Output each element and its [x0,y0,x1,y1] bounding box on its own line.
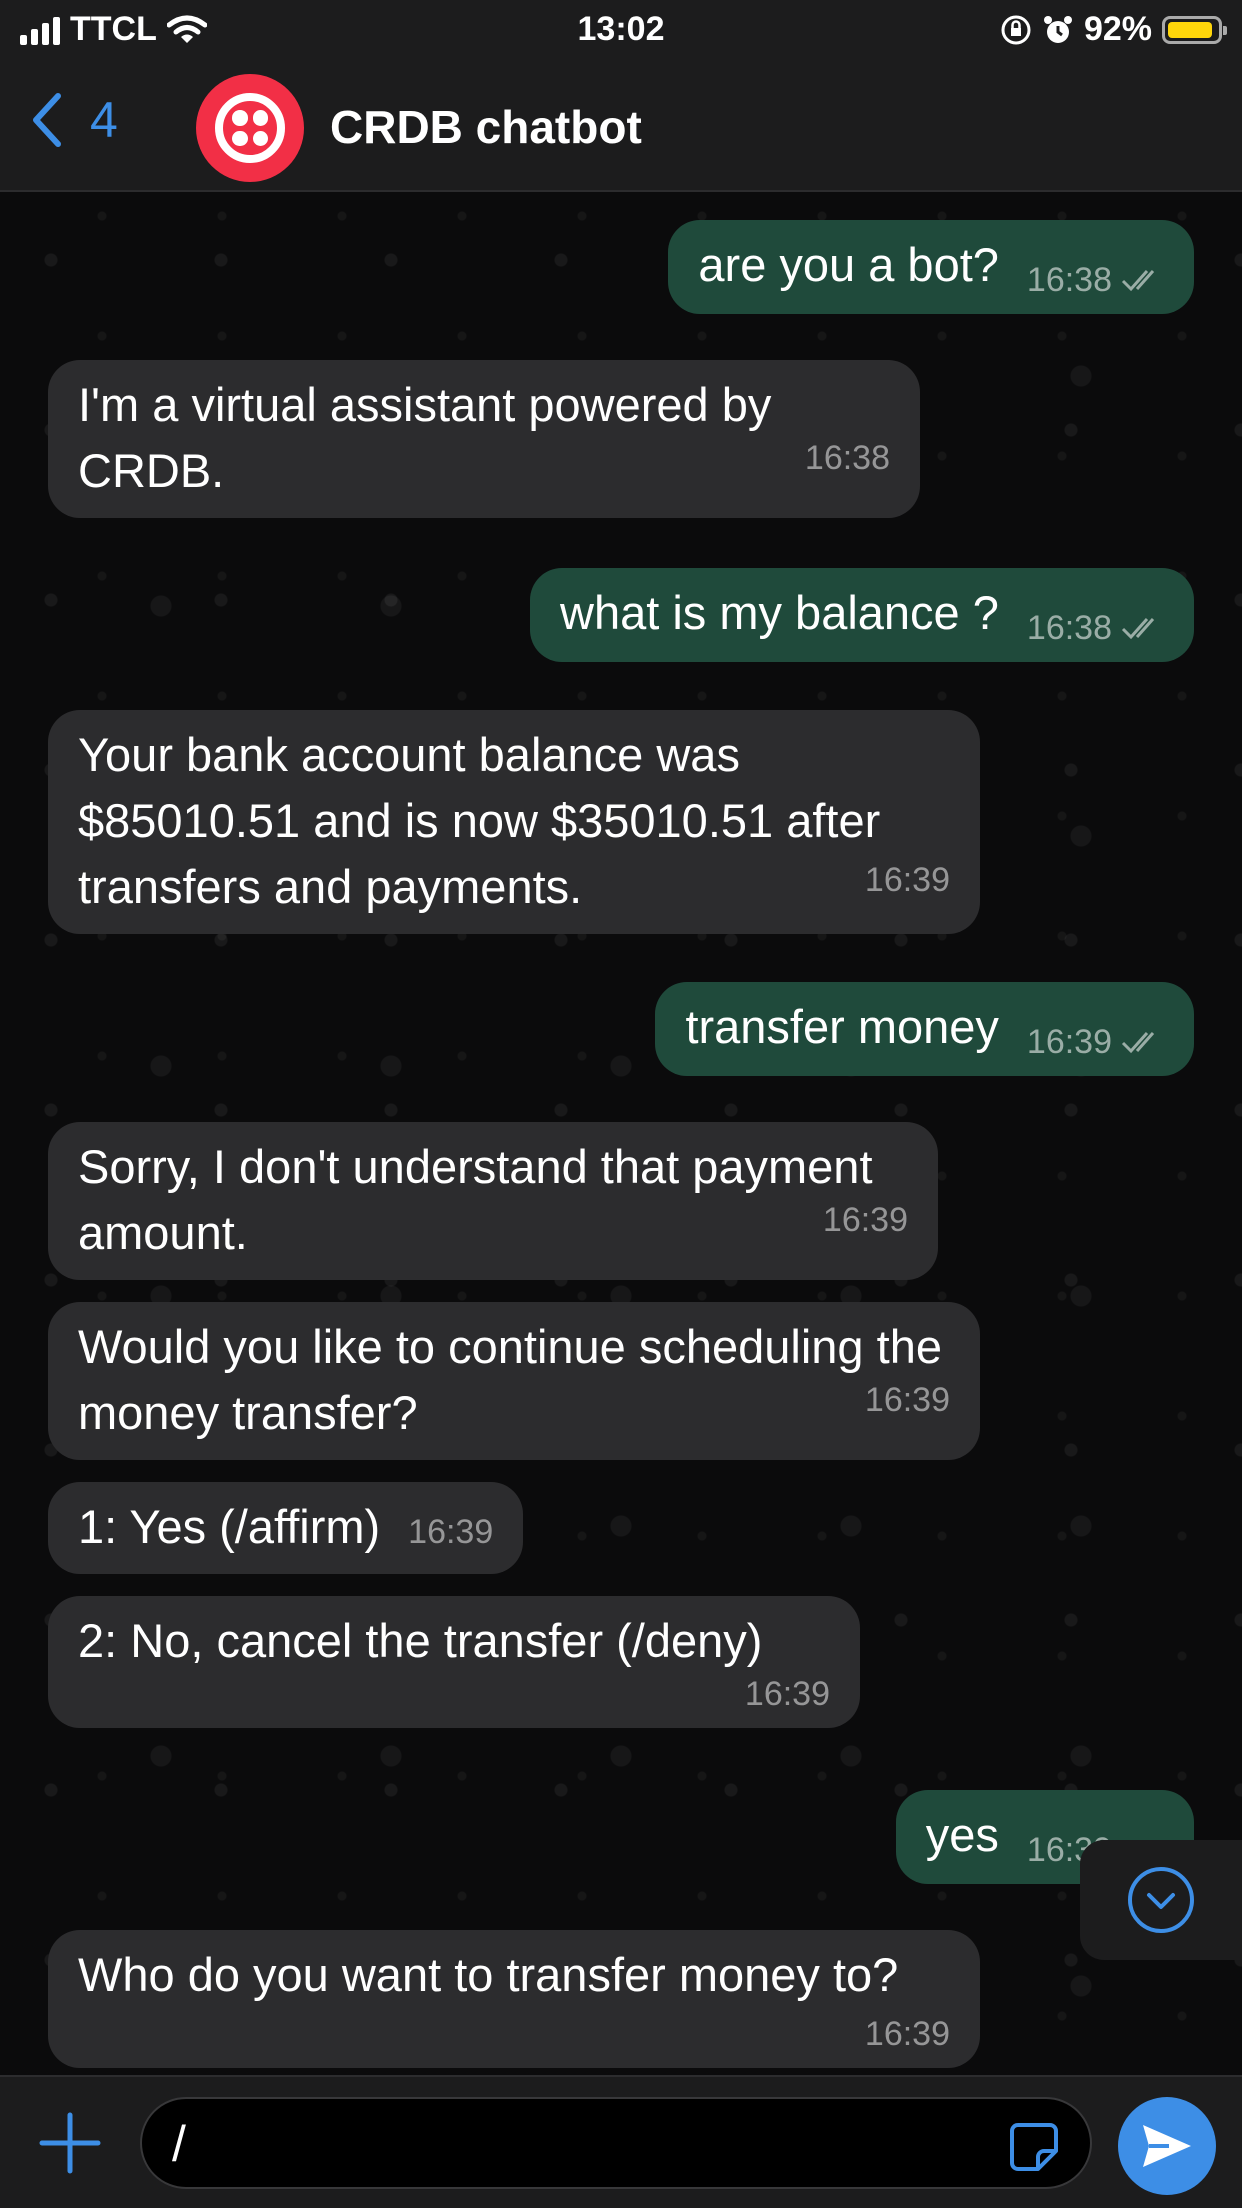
message-text: yes [925,1808,999,1861]
message-input[interactable]: / [140,2097,1092,2189]
message-time: 16:39 [864,861,950,899]
message-bubble-incoming[interactable]: I'm a virtual assistant powered by CRDB.… [48,360,920,518]
read-checkmarks-icon [1121,618,1155,640]
unread-count: 4 [90,92,118,148]
scroll-to-bottom-button[interactable] [1080,1840,1242,1960]
twilio-logo-icon [215,93,285,163]
back-button[interactable]: 4 [30,90,118,150]
message-bubble-incoming[interactable]: 2: No, cancel the transfer (/deny) 16:39 [48,1596,860,1728]
message-bubble-outgoing[interactable]: are you a bot? 16:38 [668,220,1194,314]
message-time: 16:38 [1026,261,1112,299]
message-text: transfer money [685,1000,999,1053]
message-bubble-incoming[interactable]: Would you like to continue scheduling th… [48,1302,980,1460]
orientation-lock-icon [1001,15,1031,44]
message-time: 16:39 [864,2015,950,2053]
message-meta: 16:38 [1027,608,1164,648]
send-button[interactable] [1118,2097,1216,2195]
message-meta: 16:38 [1027,260,1164,300]
battery-icon [1162,15,1227,44]
sticker-button[interactable] [1008,2121,1060,2178]
message-bubble-incoming[interactable]: Sorry, I don't understand that payment a… [48,1122,938,1280]
chevron-left-icon [33,93,61,147]
message-text: 1: Yes (/affirm) [78,1500,381,1553]
battery-percent: 92% [1083,10,1152,48]
message-meta: 16:38 [805,438,890,478]
message-text: are you a bot? [698,238,999,291]
message-meta: 16:39 [106,1674,830,1714]
message-bubble-incoming[interactable]: Who do you want to transfer money to? 16… [48,1930,980,2068]
message-bubble-outgoing[interactable]: what is my balance ? 16:38 [530,568,1194,662]
chat-header: 4 CRDB chatbot [0,62,1242,192]
message-composer: / [0,2075,1242,2208]
message-time: 16:39 [1026,1023,1112,1061]
battery-fill [1168,21,1212,38]
status-right: 92% [1000,10,1227,49]
message-time: 16:38 [1026,609,1112,647]
send-arrow-icon [1143,2125,1191,2167]
alarm-icon [1043,15,1072,43]
message-text: Would you like to continue scheduling th… [78,1320,942,1439]
attach-button[interactable] [38,2111,102,2180]
message-input-value: / [172,2116,186,2172]
message-time: 16:38 [804,439,890,477]
sticker-icon [1010,2123,1058,2171]
message-meta: 16:39 [823,1200,908,1240]
status-bar: TTCL 13:02 92% [0,0,1242,62]
message-time: 16:39 [744,1675,830,1713]
message-list[interactable]: are you a bot? 16:38 I'm a virtual assis… [0,192,1242,2075]
chat-title[interactable]: CRDB chatbot [330,100,642,154]
message-time: 16:39 [864,1381,950,1419]
message-bubble-incoming[interactable]: 1: Yes (/affirm) 16:39 [48,1482,524,1574]
message-text: Your bank account balance was $85010.51 … [78,728,881,913]
message-text: 2: No, cancel the transfer (/deny) [78,1614,763,1667]
message-time: 16:39 [822,1201,908,1239]
chevron-down-circle-icon [1128,1867,1194,1933]
message-time: 16:39 [408,1513,494,1551]
message-text: I'm a virtual assistant powered by CRDB. [78,378,772,497]
message-text: what is my balance ? [560,586,999,639]
message-meta: 16:39 [408,1512,493,1552]
avatar[interactable] [196,74,304,182]
message-bubble-incoming[interactable]: Your bank account balance was $85010.51 … [48,710,980,934]
message-meta: 16:39 [865,860,950,900]
read-checkmarks-icon [1121,1032,1155,1054]
message-meta: 16:39 [865,1380,950,1420]
message-meta: 16:39 [865,2014,950,2054]
message-bubble-outgoing[interactable]: transfer money 16:39 [655,982,1194,1076]
message-meta: 16:39 [1027,1022,1164,1062]
read-checkmarks-icon [1121,270,1155,292]
message-text: Sorry, I don't understand that payment a… [78,1140,873,1259]
message-text: Who do you want to transfer money to? [78,1948,899,2001]
plus-icon [39,2112,101,2174]
